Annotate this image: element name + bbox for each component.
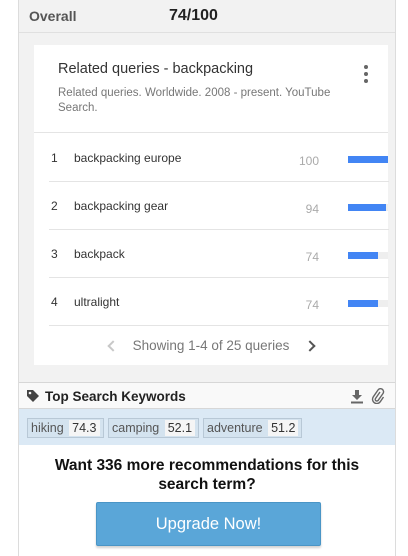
query-link[interactable]: backpacking gear	[74, 199, 168, 213]
pager-text: Showing 1-4 of 25 queries	[132, 338, 290, 353]
query-value: 74	[305, 298, 319, 312]
query-value: 100	[298, 154, 319, 168]
card-title: Related queries - backpacking	[58, 61, 254, 77]
panel: Overall 74/100 Related queries - backpac…	[18, 0, 396, 556]
keyword-score: 51.2	[268, 420, 299, 436]
keyword-word: camping	[112, 421, 160, 435]
related-queries-card: Related queries - backpacking Related qu…	[34, 45, 389, 365]
rank: 4	[51, 295, 58, 309]
keyword-score: 74.3	[69, 420, 100, 436]
query-value: 74	[305, 250, 319, 264]
card-subtitle: Related queries. Worldwide. 2008 - prese…	[58, 87, 331, 114]
keyword-word: hiking	[31, 421, 64, 435]
list-item[interactable]: 3 backpack 74	[49, 230, 389, 278]
value-bar	[348, 156, 388, 163]
rank: 3	[51, 247, 58, 261]
value-bar-fill	[348, 204, 386, 211]
value-bar	[348, 300, 388, 307]
keyword-chip[interactable]: adventure 51.2	[203, 418, 303, 438]
paperclip-icon[interactable]	[371, 388, 385, 404]
keyword-chip[interactable]: camping 52.1	[108, 418, 200, 438]
rank: 1	[51, 151, 58, 165]
tag-icon	[27, 390, 39, 402]
query-link[interactable]: backpacking europe	[74, 151, 181, 165]
query-link[interactable]: backpack	[74, 247, 125, 261]
value-bar-fill	[348, 252, 378, 259]
divider	[34, 132, 388, 133]
value-bar	[348, 252, 388, 259]
recommendation-section: Want 336 more recommendations for this s…	[19, 445, 395, 556]
overall-score: 74/100	[169, 7, 218, 24]
keyword-score: 52.1	[164, 420, 196, 436]
list-item[interactable]: 2 backpacking gear 94	[49, 182, 389, 230]
pagination: Showing 1-4 of 25 queries	[34, 335, 388, 357]
list-item[interactable]: 1 backpacking europe 100	[49, 134, 389, 182]
keywords-list: hiking 74.3 camping 52.1 adventure 51.2	[19, 409, 395, 445]
value-bar	[348, 204, 388, 211]
download-icon[interactable]	[350, 389, 364, 404]
more-vert-icon[interactable]	[362, 65, 370, 83]
query-value: 94	[305, 202, 319, 216]
list-item[interactable]: 4 ultralight 74	[49, 278, 389, 326]
upgrade-button[interactable]: Upgrade Now!	[96, 502, 321, 546]
value-bar-fill	[348, 300, 378, 307]
value-bar-fill	[348, 156, 388, 163]
rank: 2	[51, 199, 58, 213]
recommendation-text: Want 336 more recommendations for this s…	[54, 457, 360, 493]
query-link[interactable]: ultralight	[74, 295, 119, 309]
keyword-word: adventure	[207, 421, 263, 435]
overall-score-bar: Overall 74/100	[19, 0, 395, 33]
keywords-header: Top Search Keywords	[19, 382, 395, 409]
keyword-chip[interactable]: hiking 74.3	[27, 418, 104, 438]
overall-label: Overall	[29, 8, 77, 24]
keywords-title: Top Search Keywords	[45, 389, 186, 404]
